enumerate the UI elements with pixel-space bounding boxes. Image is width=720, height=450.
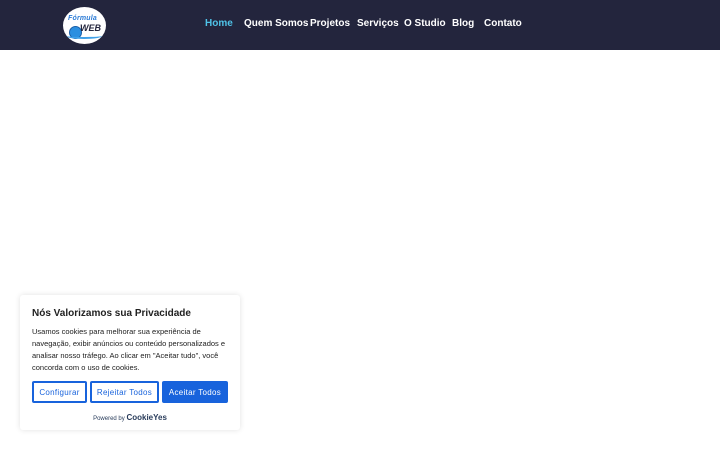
- powered-by-label: Powered by: [93, 416, 125, 422]
- accept-all-button[interactable]: Aceitar Todos: [162, 381, 228, 403]
- powered-by: Powered by CookieYes: [20, 413, 240, 422]
- cookieyes-logo[interactable]: CookieYes: [126, 413, 166, 422]
- nav-projetos[interactable]: Projetos: [310, 18, 350, 29]
- reject-all-button[interactable]: Rejeitar Todos: [90, 381, 159, 403]
- nav-blog[interactable]: Blog: [452, 18, 474, 29]
- nav-quem-somos[interactable]: Quem Somos: [244, 18, 308, 29]
- nav-o-studio[interactable]: O Studio: [404, 18, 446, 29]
- nav-servicos[interactable]: Serviços: [357, 18, 399, 29]
- configure-button[interactable]: Configurar: [32, 381, 87, 403]
- nav-home[interactable]: Home: [205, 18, 233, 29]
- cookie-consent-banner: Nós Valorizamos sua Privacidade Usamos c…: [20, 295, 240, 430]
- nav-contato[interactable]: Contato: [484, 18, 522, 29]
- site-header: Fórmula WEB Home Quem Somos Projetos Ser…: [0, 0, 720, 50]
- cookie-title: Nós Valorizamos sua Privacidade: [32, 308, 191, 319]
- main-nav: Home Quem Somos Projetos Serviços O Stud…: [0, 0, 720, 50]
- cookie-description: Usamos cookies para melhorar sua experiê…: [32, 327, 226, 372]
